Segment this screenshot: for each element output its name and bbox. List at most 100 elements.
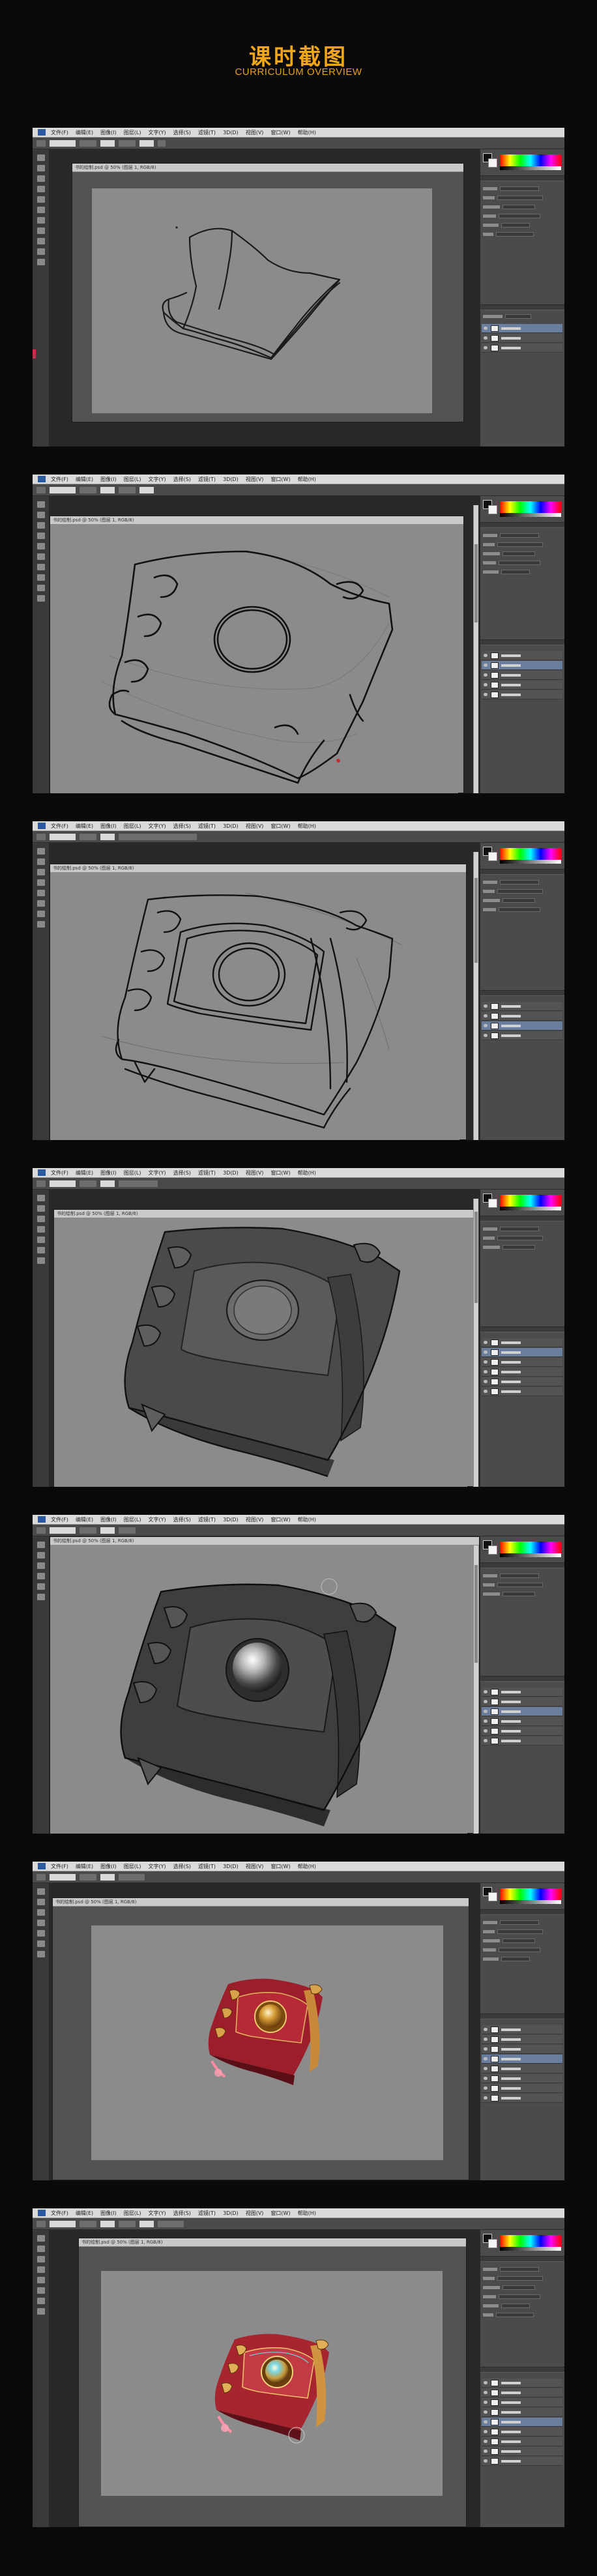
- move-tool-icon[interactable]: [37, 1195, 45, 1201]
- vertical-scrollbar[interactable]: [473, 852, 478, 1140]
- layer-row[interactable]: [482, 1707, 562, 1716]
- menu-view[interactable]: 视图(V): [246, 2210, 264, 2217]
- grayscale-ramp[interactable]: [500, 1900, 561, 1904]
- document-tab[interactable]: 书的绘制.psd @ 50% (图层 1, RGB/8): [72, 164, 463, 172]
- opacity-field[interactable]: [80, 2220, 96, 2227]
- menu-file[interactable]: 文件(F): [51, 823, 68, 830]
- layer-row[interactable]: [482, 2045, 562, 2054]
- layer-row[interactable]: [482, 1368, 562, 1377]
- eraser-tool-icon[interactable]: [37, 2277, 45, 2283]
- layer-row[interactable]: [482, 2408, 562, 2417]
- color-swatches[interactable]: [483, 153, 497, 168]
- menu-3d[interactable]: 3D(D): [223, 2210, 239, 2216]
- document-tab[interactable]: 书的绘制.psd @ 50% (图层 1, RGB/8): [50, 864, 466, 873]
- menu-help[interactable]: 帮助(H): [298, 823, 316, 830]
- dodge-tool-icon[interactable]: [37, 564, 45, 570]
- menu-3d[interactable]: 3D(D): [223, 1517, 239, 1523]
- mode-select[interactable]: [50, 1527, 76, 1534]
- menu-filter[interactable]: 滤镜(T): [198, 2210, 216, 2217]
- color-spectrum[interactable]: [500, 501, 561, 513]
- opacity-field[interactable]: [80, 1527, 96, 1534]
- dodge-tool-icon[interactable]: [37, 1257, 45, 1264]
- color-spectrum[interactable]: [500, 2235, 561, 2247]
- flow-field[interactable]: [119, 486, 136, 493]
- flow-value[interactable]: [139, 486, 154, 493]
- hand-tool-icon[interactable]: [37, 595, 45, 602]
- color-swatches[interactable]: [483, 500, 497, 514]
- menu-help[interactable]: 帮助(H): [298, 2210, 316, 2217]
- pen-tool-icon[interactable]: [37, 574, 45, 581]
- flow-value[interactable]: [139, 139, 154, 147]
- move-tool-icon[interactable]: [37, 2235, 45, 2242]
- document-tab[interactable]: 书的绘制.psd @ 50% (图层 1, RGB/8): [50, 516, 463, 525]
- menu-image[interactable]: 图像(I): [100, 823, 117, 830]
- color-spectrum[interactable]: [500, 1195, 561, 1207]
- layer-row[interactable]: [482, 1387, 562, 1396]
- opacity-value[interactable]: [100, 1527, 115, 1534]
- opacity-value[interactable]: [100, 1873, 115, 1881]
- brush-options[interactable]: [119, 833, 197, 840]
- mode-select[interactable]: [50, 1180, 76, 1187]
- document-tab[interactable]: 书的绘制.psd @ 50% (图层 1, RGB/8): [53, 1898, 469, 1907]
- menu-window[interactable]: 窗口(W): [270, 476, 290, 483]
- menu-edit[interactable]: 编辑(E): [76, 476, 93, 483]
- menu-layer[interactable]: 图层(L): [124, 476, 141, 483]
- menu-layer[interactable]: 图层(L): [124, 2210, 141, 2217]
- menu-layer[interactable]: 图层(L): [124, 129, 141, 136]
- tool-preset-button[interactable]: [36, 139, 46, 147]
- pen-tool-icon[interactable]: [37, 921, 45, 928]
- tool-preset-button[interactable]: [36, 486, 46, 493]
- tool-preset-button[interactable]: [36, 833, 46, 840]
- gradient-tool-icon[interactable]: [37, 1247, 45, 1253]
- layer-row[interactable]: [482, 2064, 562, 2073]
- eraser-tool-icon[interactable]: [37, 1930, 45, 1937]
- eraser-tool-icon[interactable]: [37, 1237, 45, 1243]
- tool-preset-button[interactable]: [36, 1180, 46, 1187]
- brush-tool-icon[interactable]: [37, 533, 45, 539]
- document-tab[interactable]: 书的绘制.psd @ 50% (图层 1, RGB/8): [79, 2238, 466, 2247]
- menu-layer[interactable]: 图层(L): [124, 1863, 141, 1870]
- menu-file[interactable]: 文件(F): [51, 1516, 68, 1523]
- move-tool-icon[interactable]: [37, 501, 45, 508]
- menu-edit[interactable]: 编辑(E): [76, 2210, 93, 2217]
- menu-type[interactable]: 文字(Y): [148, 476, 166, 483]
- tool-preset-button[interactable]: [36, 1527, 46, 1534]
- menu-select[interactable]: 选择(S): [173, 1516, 191, 1523]
- color-spectrum[interactable]: [500, 848, 561, 860]
- menu-edit[interactable]: 编辑(E): [76, 1863, 93, 1870]
- flow-field[interactable]: [119, 1527, 136, 1534]
- grayscale-ramp[interactable]: [500, 2247, 561, 2251]
- layer-row[interactable]: [482, 671, 562, 680]
- menu-filter[interactable]: 滤镜(T): [198, 1169, 216, 1177]
- layer-row[interactable]: [482, 1727, 562, 1736]
- eraser-tool-icon[interactable]: [37, 543, 45, 549]
- eraser-tool-icon[interactable]: [37, 196, 45, 203]
- lasso-tool-icon[interactable]: [37, 2256, 45, 2262]
- brush-options[interactable]: [119, 1180, 158, 1187]
- layer-row[interactable]: [482, 1377, 562, 1386]
- layer-row[interactable]: [482, 2398, 562, 2407]
- marquee-tool-icon[interactable]: [37, 1205, 45, 1212]
- menu-type[interactable]: 文字(Y): [148, 1169, 166, 1177]
- menu-file[interactable]: 文件(F): [51, 129, 68, 136]
- menu-view[interactable]: 视图(V): [246, 129, 264, 136]
- menu-3d[interactable]: 3D(D): [223, 476, 239, 482]
- layer-row[interactable]: [482, 334, 562, 343]
- opacity-value[interactable]: [100, 833, 115, 840]
- menu-filter[interactable]: 滤镜(T): [198, 129, 216, 136]
- menu-image[interactable]: 图像(I): [100, 1516, 117, 1523]
- dodge-tool-icon[interactable]: [37, 1951, 45, 1957]
- vertical-scrollbar[interactable]: [473, 505, 478, 793]
- menu-help[interactable]: 帮助(H): [298, 476, 316, 483]
- menu-3d[interactable]: 3D(D): [223, 1170, 239, 1176]
- menu-layer[interactable]: 图层(L): [124, 1516, 141, 1523]
- layer-row[interactable]: [482, 661, 562, 670]
- marquee-tool-icon[interactable]: [37, 512, 45, 518]
- menu-select[interactable]: 选择(S): [173, 129, 191, 136]
- menu-image[interactable]: 图像(I): [100, 2210, 117, 2217]
- menu-window[interactable]: 窗口(W): [270, 129, 290, 136]
- mode-select[interactable]: [50, 833, 76, 840]
- opacity-field[interactable]: [80, 1873, 96, 1881]
- menu-select[interactable]: 选择(S): [173, 2210, 191, 2217]
- menu-edit[interactable]: 编辑(E): [76, 1169, 93, 1177]
